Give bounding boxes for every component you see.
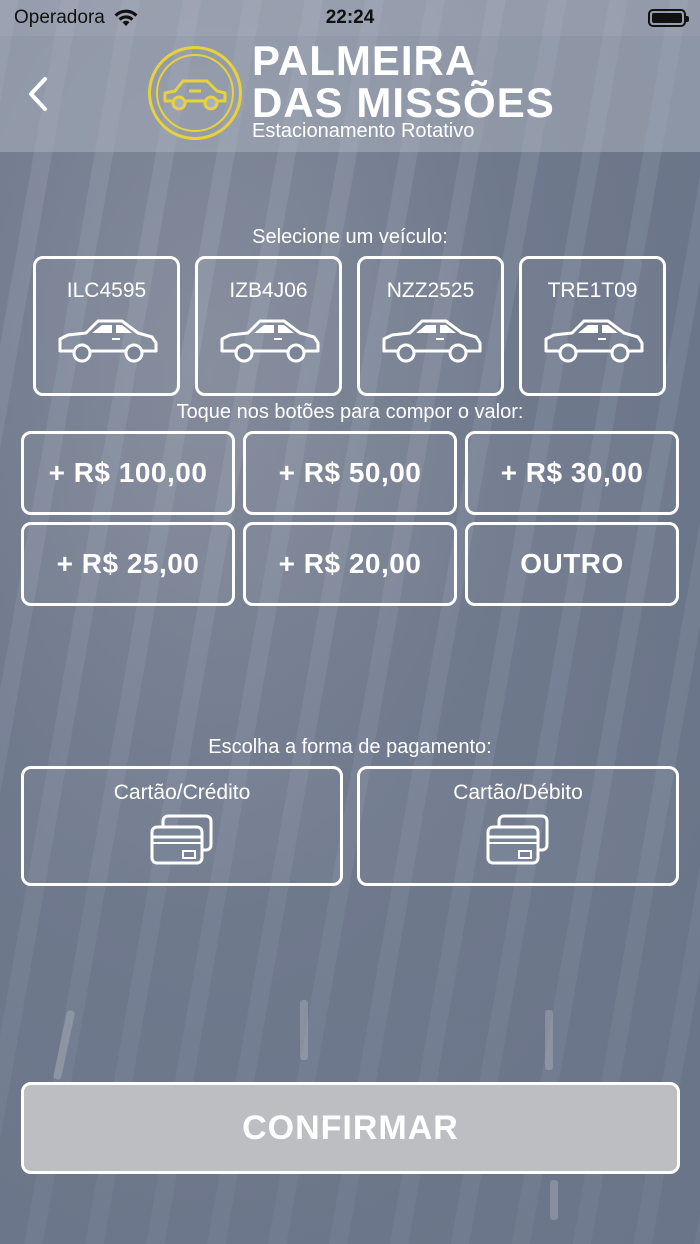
app-title-line1: PALMEIRA	[252, 37, 477, 84]
add-20-button[interactable]: + R$ 20,00	[243, 522, 457, 606]
chevron-left-icon	[29, 77, 47, 111]
vehicle-card[interactable]: ILC4595	[33, 256, 180, 396]
debit-card-option[interactable]: Cartão/Débito	[357, 766, 679, 886]
credit-card-option[interactable]: Cartão/Crédito	[21, 766, 343, 886]
status-bar: Operadora 22:24	[0, 0, 700, 36]
wifi-icon	[114, 9, 138, 26]
amount-section-label: Toque nos botões para compor o valor:	[176, 401, 524, 423]
add-30-button[interactable]: + R$ 30,00	[465, 431, 679, 515]
car-icon	[58, 319, 158, 363]
app-header: PALMEIRA DAS MISSÕES Estacionamento Rota…	[0, 36, 700, 152]
vehicle-plate: NZZ2525	[386, 279, 475, 302]
credit-cards-icon	[486, 814, 549, 865]
car-icon	[544, 319, 644, 363]
back-button[interactable]	[18, 72, 58, 116]
vehicle-card[interactable]: IZB4J06	[195, 256, 342, 396]
other-amount-button[interactable]: OUTRO	[465, 522, 679, 606]
app-subtitle: Estacionamento Rotativo	[252, 120, 475, 142]
background-road-photo	[0, 0, 700, 1244]
add-50-button[interactable]: + R$ 50,00	[243, 431, 457, 515]
confirm-button[interactable]: CONFIRMAR	[21, 1082, 680, 1174]
vehicle-card[interactable]: TRE1T09	[519, 256, 666, 396]
road-marking	[300, 1000, 308, 1060]
app-title: PALMEIRA DAS MISSÕES	[252, 40, 555, 124]
car-logo-icon	[163, 79, 227, 111]
car-icon	[382, 319, 482, 363]
vehicle-card[interactable]: NZZ2525	[357, 256, 504, 396]
app-title-line2: DAS MISSÕES	[252, 79, 555, 126]
payment-section-label: Escolha a forma de pagamento:	[208, 736, 492, 758]
road-marking	[545, 1010, 553, 1070]
add-25-button[interactable]: + R$ 25,00	[21, 522, 235, 606]
payment-method-label: Cartão/Crédito	[113, 781, 251, 804]
car-icon	[220, 319, 320, 363]
battery-icon	[648, 9, 689, 27]
carrier-name: Operadora	[14, 7, 105, 28]
payment-method-label: Cartão/Débito	[453, 781, 583, 804]
vehicle-section-label: Selecione um veículo:	[252, 226, 448, 248]
logo	[148, 46, 242, 140]
credit-cards-icon	[150, 814, 213, 865]
vehicle-plate: IZB4J06	[229, 279, 308, 302]
vehicle-plate: TRE1T09	[547, 279, 638, 302]
add-100-button[interactable]: + R$ 100,00	[21, 431, 235, 515]
road-marking	[550, 1180, 558, 1220]
vehicle-plate: ILC4595	[66, 279, 147, 302]
